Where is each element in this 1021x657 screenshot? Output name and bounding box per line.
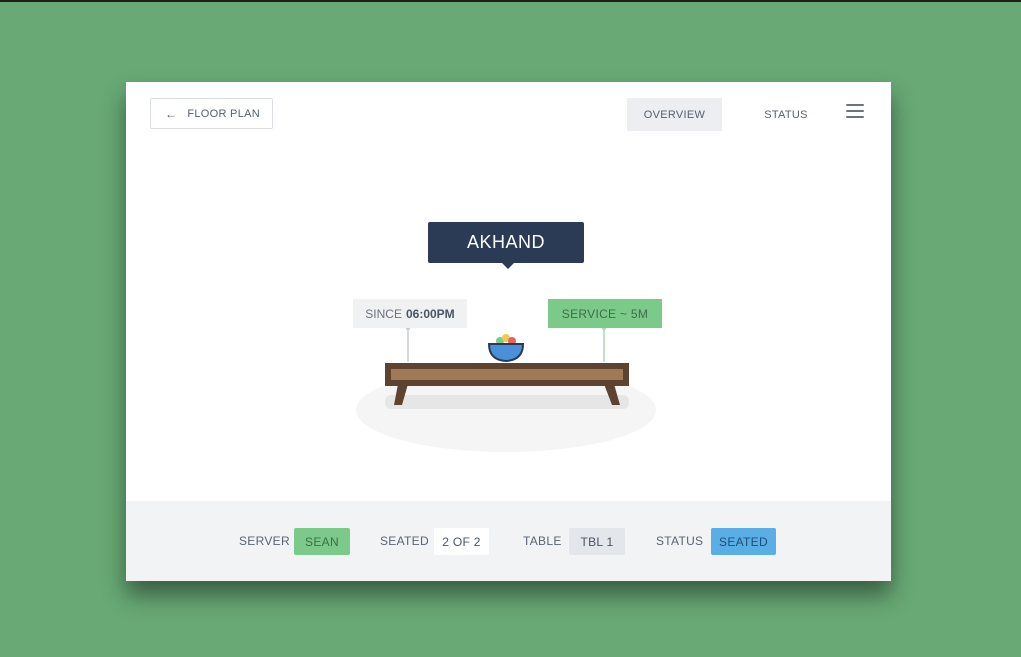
tab-overview[interactable]: OVERVIEW	[627, 98, 722, 131]
table-value: TBL 1	[580, 534, 614, 549]
tab-overview-label: OVERVIEW	[643, 108, 706, 121]
since-prefix: SINCE	[365, 306, 402, 321]
seated-value: 2 OF 2	[442, 534, 481, 549]
table-info-footer: SERVER SEAN SEATED 2 OF 2 TABLE TBL 1 ST…	[126, 501, 891, 581]
since-time-tag: SINCE 06:00PM	[353, 299, 467, 328]
table-detail-card: ← FLOOR PLAN OVERVIEW STATUS AKHAND SINC…	[126, 82, 891, 581]
seated-label: SEATED	[380, 534, 429, 548]
since-time: 06:00PM	[405, 306, 455, 321]
back-to-floor-plan-button[interactable]: ← FLOOR PLAN	[150, 98, 273, 129]
table-label: TABLE	[523, 534, 562, 548]
tab-status-label: STATUS	[764, 108, 808, 121]
server-badge[interactable]: SEAN	[294, 528, 350, 555]
table-top-inlay	[391, 369, 623, 380]
server-label: SERVER	[239, 534, 290, 548]
service-text: SERVICE ~ 5M	[561, 306, 649, 321]
table-illustration	[356, 326, 656, 452]
guest-name: AKHAND	[466, 232, 545, 252]
window-top-edge	[0, 0, 1021, 2]
bowl-icon	[487, 343, 525, 363]
hamburger-icon[interactable]	[846, 104, 864, 120]
server-value: SEAN	[305, 534, 339, 549]
status-value: SEATED	[719, 534, 768, 549]
tab-status[interactable]: STATUS	[752, 98, 820, 131]
service-time-tag: SERVICE ~ 5M	[548, 299, 662, 328]
table-number-badge[interactable]: TBL 1	[569, 528, 625, 555]
back-button-label: FLOOR PLAN	[187, 107, 260, 120]
arrow-left-icon: ←	[165, 106, 178, 121]
guest-name-tooltip: AKHAND	[428, 222, 584, 269]
seated-count-badge: 2 OF 2	[434, 528, 489, 555]
table-shadow	[385, 395, 629, 409]
status-label: STATUS	[656, 534, 704, 548]
status-badge[interactable]: SEATED	[711, 528, 776, 555]
